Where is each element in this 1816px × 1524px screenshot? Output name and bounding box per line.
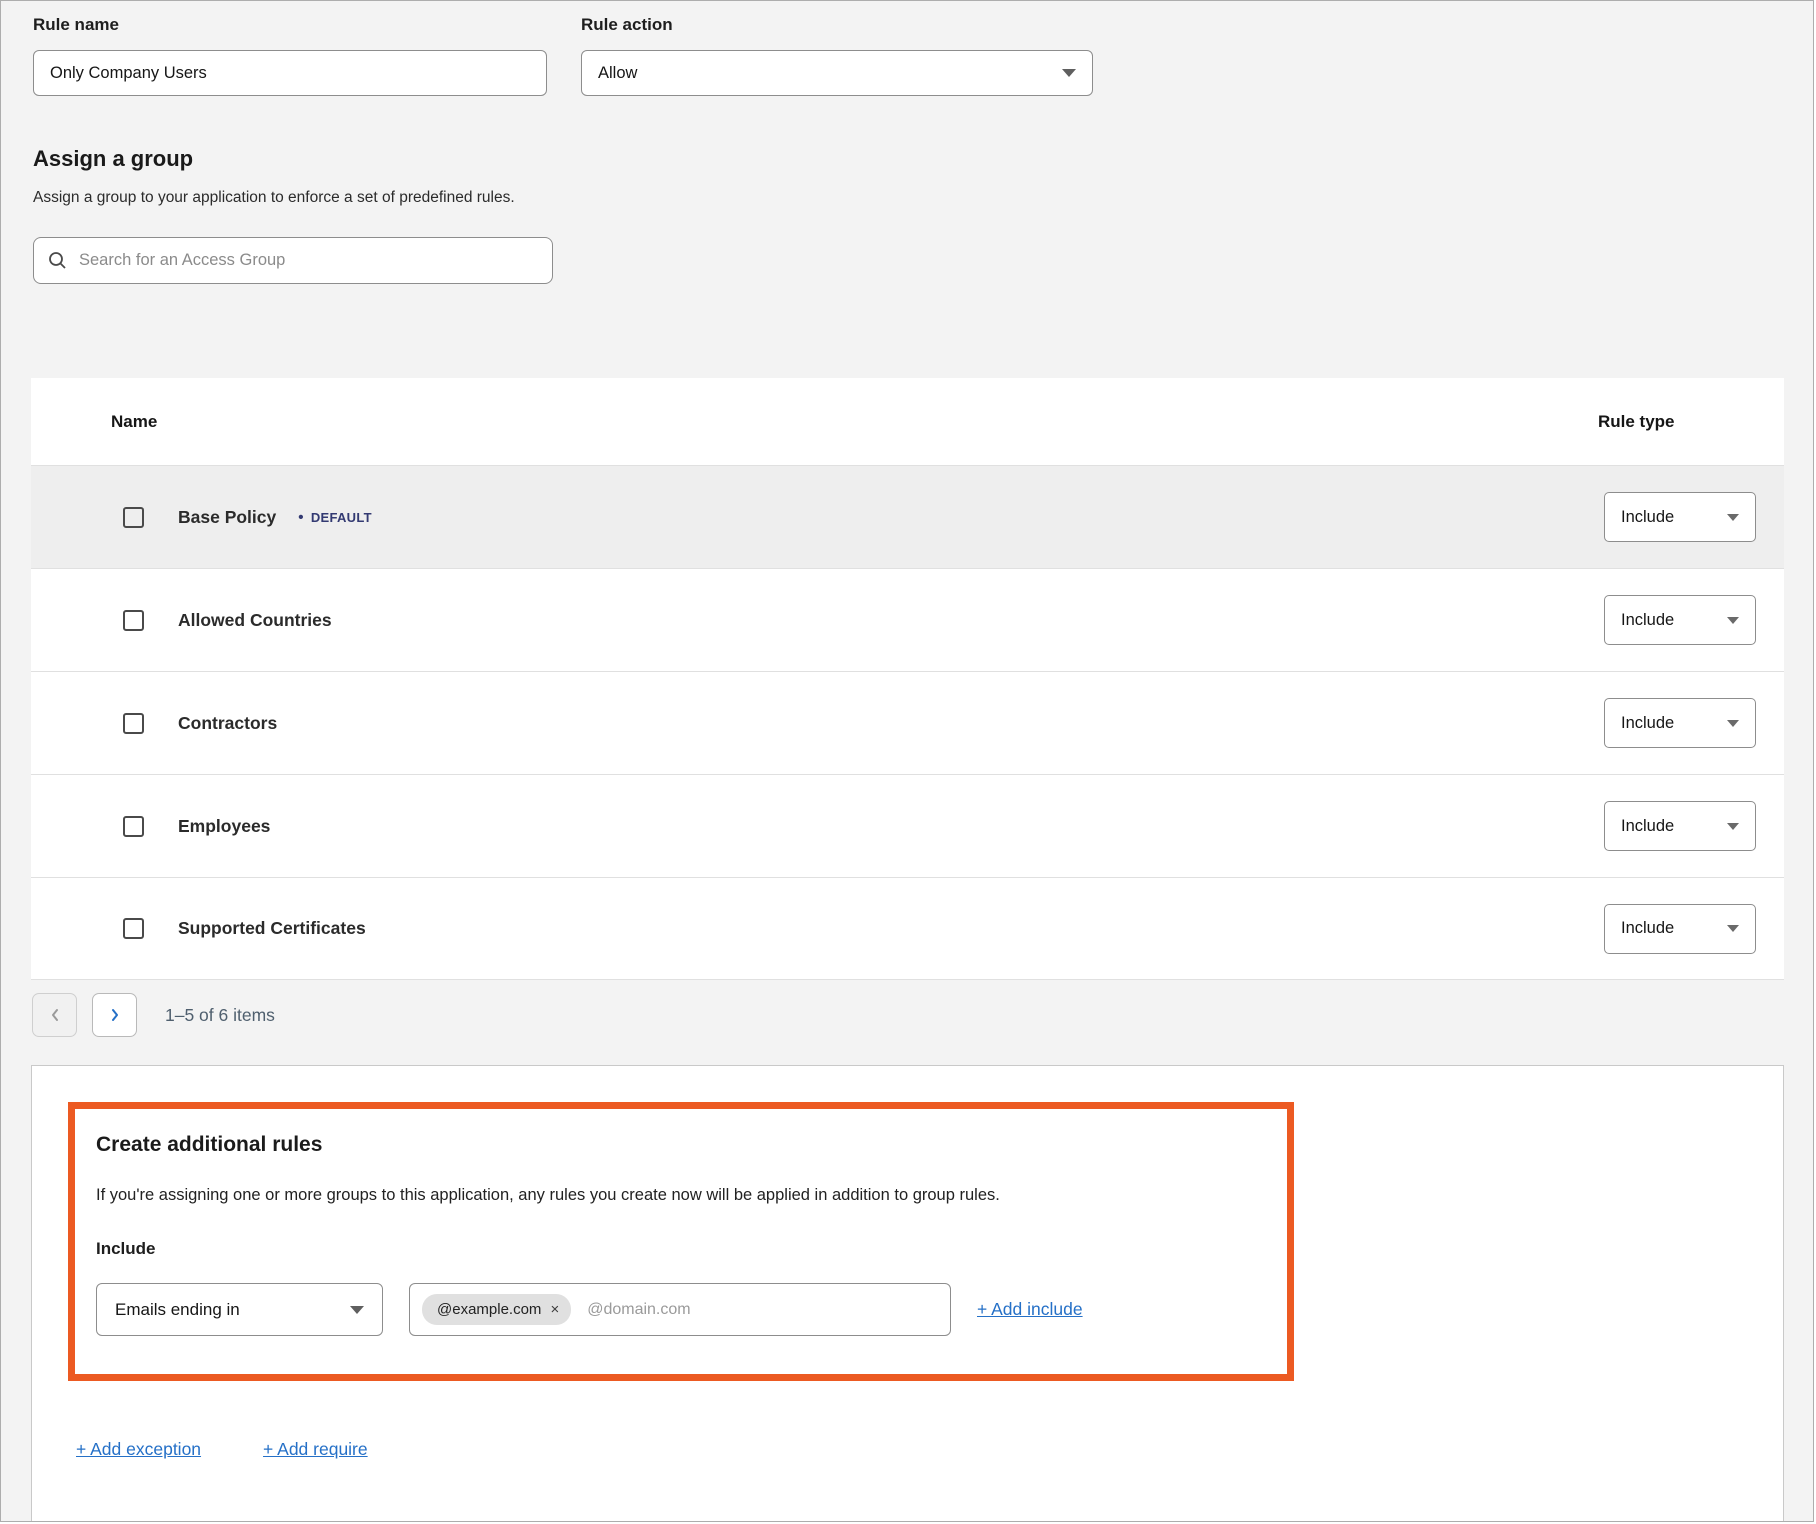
group-name: Employees: [178, 816, 270, 837]
rule-name-field: Rule name: [33, 15, 547, 96]
badge-text: DEFAULT: [311, 510, 372, 525]
group-name: Contractors: [178, 713, 277, 734]
rule-action-value: Allow: [598, 64, 637, 83]
rule-name-label: Rule name: [33, 15, 547, 35]
assign-group-title: Assign a group: [33, 146, 1813, 172]
additional-rules-title: Create additional rules: [96, 1133, 1267, 1157]
rule-type-dropdown[interactable]: Include: [1604, 698, 1756, 748]
rule-action-label: Rule action: [581, 15, 1093, 35]
access-group-search: [33, 237, 553, 284]
include-label: Include: [96, 1239, 1267, 1259]
add-include-link[interactable]: + Add include: [977, 1299, 1083, 1320]
table-row: Supported Certificates Include: [31, 877, 1784, 980]
rule-type-dropdown[interactable]: Include: [1604, 492, 1756, 542]
rule-name-input[interactable]: [50, 64, 530, 83]
chevron-down-icon: [1727, 925, 1739, 932]
row-checkbox[interactable]: [123, 816, 144, 837]
row-checkbox[interactable]: [123, 507, 144, 528]
next-page-button[interactable]: [92, 993, 137, 1037]
row-checkbox[interactable]: [123, 713, 144, 734]
email-chip: @example.com ×: [422, 1294, 571, 1325]
rule-editor-page: Rule name Rule action Allow Assign a gro…: [0, 0, 1814, 1522]
rule-type-dropdown[interactable]: Include: [1604, 595, 1756, 645]
chip-remove-icon[interactable]: ×: [550, 1302, 559, 1317]
assign-group-description: Assign a group to your application to en…: [33, 189, 1813, 207]
rule-type-value: Include: [1621, 714, 1674, 733]
table-row: Base Policy • DEFAULT Include: [31, 465, 1784, 568]
email-chip-label: @example.com: [437, 1301, 541, 1318]
rule-type-value: Include: [1621, 611, 1674, 630]
rule-type-value: Include: [1621, 817, 1674, 836]
search-input[interactable]: [79, 251, 538, 270]
column-header-name: Name: [31, 412, 1598, 432]
previous-page-button[interactable]: [32, 993, 77, 1037]
column-header-rule-type: Rule type: [1598, 412, 1784, 432]
table-row: Employees Include: [31, 774, 1784, 877]
include-rule-row: Emails ending in @example.com × + Add in…: [96, 1283, 1267, 1336]
chevron-right-icon: [109, 1008, 121, 1022]
table-row: Allowed Countries Include: [31, 568, 1784, 671]
table-row: Contractors Include: [31, 671, 1784, 774]
chevron-down-icon: [1727, 720, 1739, 727]
rule-type-dropdown[interactable]: Include: [1604, 801, 1756, 851]
domain-input[interactable]: [587, 1301, 938, 1319]
rule-name-input-wrap: [33, 50, 547, 96]
rule-fields-row: Rule name Rule action Allow: [33, 15, 1813, 96]
pagination-range-text: 1–5 of 6 items: [165, 1005, 275, 1026]
rule-links-row: + Add exception + Add require: [76, 1439, 1783, 1460]
default-badge: • DEFAULT: [298, 509, 372, 526]
pagination: 1–5 of 6 items: [32, 992, 1813, 1038]
row-checkbox[interactable]: [123, 610, 144, 631]
chevron-down-icon: [1727, 514, 1739, 521]
condition-dropdown[interactable]: Emails ending in: [96, 1283, 383, 1336]
highlight-annotation-box: Create additional rules If you're assign…: [68, 1102, 1294, 1381]
badge-bullet: •: [298, 509, 304, 526]
chevron-left-icon: [49, 1008, 61, 1022]
rule-type-value: Include: [1621, 919, 1674, 938]
rule-action-field: Rule action Allow: [581, 15, 1093, 96]
row-checkbox[interactable]: [123, 918, 144, 939]
chevron-down-icon: [350, 1306, 364, 1314]
rule-type-value: Include: [1621, 508, 1674, 527]
search-icon: [48, 251, 67, 270]
group-name: Base Policy: [178, 507, 276, 528]
additional-rules-description: If you're assigning one or more groups t…: [96, 1186, 1267, 1205]
add-require-link[interactable]: + Add require: [263, 1439, 368, 1460]
rule-action-dropdown[interactable]: Allow: [581, 50, 1093, 96]
email-domains-input: @example.com ×: [409, 1283, 951, 1336]
table-header: Name Rule type: [31, 378, 1784, 465]
chevron-down-icon: [1727, 617, 1739, 624]
rule-type-dropdown[interactable]: Include: [1604, 904, 1756, 954]
chevron-down-icon: [1727, 823, 1739, 830]
chevron-down-icon: [1062, 69, 1076, 77]
additional-rules-panel: Create additional rules If you're assign…: [31, 1065, 1784, 1522]
group-name: Allowed Countries: [178, 610, 332, 631]
add-exception-link[interactable]: + Add exception: [76, 1439, 201, 1460]
condition-value: Emails ending in: [115, 1300, 240, 1320]
access-groups-table: Name Rule type Base Policy • DEFAULT Inc…: [31, 378, 1784, 980]
group-name: Supported Certificates: [178, 918, 366, 939]
